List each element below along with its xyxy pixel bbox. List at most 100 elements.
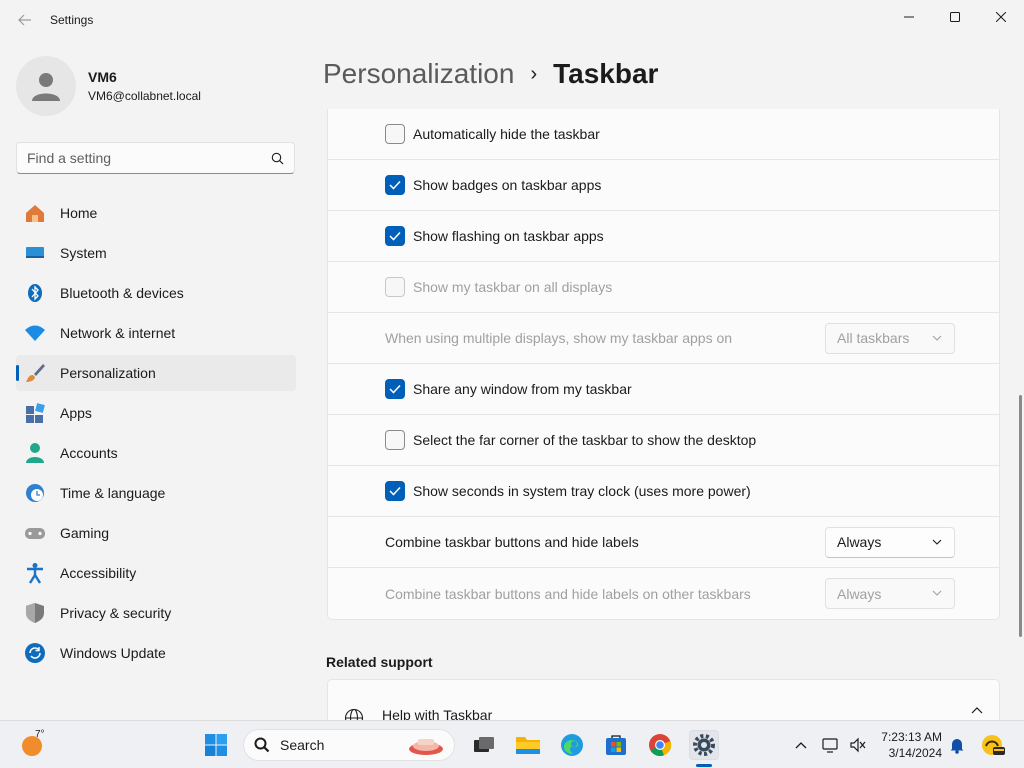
sidebar-item-accessibility[interactable]: Accessibility (16, 555, 296, 591)
folder-icon (516, 737, 540, 754)
setting-row-badges[interactable]: Show badges on taskbar apps (328, 160, 999, 211)
close-icon (996, 12, 1006, 22)
shield-icon (24, 602, 46, 624)
auto-hide-checkbox[interactable] (385, 124, 405, 144)
user-profile[interactable]: VM6 VM6@collabnet.local (16, 56, 201, 116)
search-icon (271, 152, 284, 164)
setting-row-share-window[interactable]: Share any window from my taskbar (328, 364, 999, 415)
profile-email: VM6@collabnet.local (88, 89, 201, 103)
sidebar: VM6 VM6@collabnet.local Home System Blue… (0, 40, 310, 720)
share-window-checkbox[interactable] (385, 379, 405, 399)
sidebar-item-personalization[interactable]: Personalization (16, 355, 296, 391)
volume-tray-button[interactable] (843, 730, 873, 760)
setting-label: When using multiple displays, show my ta… (385, 330, 733, 346)
checkmark-icon (389, 231, 401, 241)
sidebar-item-windows-update[interactable]: Windows Update (16, 635, 296, 671)
search-input[interactable] (27, 150, 271, 166)
close-button[interactable] (978, 0, 1024, 34)
sidebar-item-label: Privacy & security (60, 605, 172, 621)
sidebar-item-label: Apps (60, 405, 92, 421)
taskbar-behaviors-card: Automatically hide the taskbar Show badg… (327, 109, 1000, 620)
search-highlight-icon (409, 739, 443, 755)
chrome-button[interactable] (645, 730, 675, 760)
sidebar-item-label: System (60, 245, 107, 261)
edge-icon (561, 734, 583, 756)
windows-logo-icon (205, 734, 227, 756)
file-explorer-button[interactable] (513, 730, 543, 760)
breadcrumb-parent[interactable]: Personalization (323, 58, 514, 90)
sidebar-item-network[interactable]: Network & internet (16, 315, 296, 351)
maximize-icon (950, 12, 960, 22)
bell-icon (950, 739, 964, 754)
copilot-icon (982, 735, 1005, 755)
sidebar-item-apps[interactable]: Apps (16, 395, 296, 431)
seconds-checkbox[interactable] (385, 481, 405, 501)
user-icon (32, 73, 60, 101)
task-view-button[interactable] (469, 730, 499, 760)
weather-temp: 7° (35, 729, 45, 740)
network-icon (822, 738, 838, 753)
sidebar-item-label: Bluetooth & devices (60, 285, 184, 301)
store-icon (606, 735, 626, 755)
search-box (16, 142, 295, 174)
taskbar-search[interactable]: Search (243, 729, 455, 761)
nav-list: Home System Bluetooth & devices Network … (16, 195, 296, 675)
breadcrumb: Personalization › Taskbar (323, 58, 658, 90)
taskbar: 7° Search 7:23:13 AM 3/14/2024 (0, 720, 1024, 768)
show-hidden-icons-button[interactable] (786, 730, 816, 760)
sidebar-item-label: Home (60, 205, 98, 221)
sidebar-item-home[interactable]: Home (16, 195, 296, 231)
search-icon (254, 737, 270, 753)
edge-button[interactable] (557, 730, 587, 760)
sidebar-item-privacy[interactable]: Privacy & security (16, 595, 296, 631)
notifications-button[interactable] (942, 730, 972, 760)
setting-row-multi-display: When using multiple displays, show my ta… (328, 313, 999, 364)
setting-row-seconds[interactable]: Show seconds in system tray clock (uses … (328, 466, 999, 517)
dropdown-value: Always (837, 585, 882, 602)
flashing-checkbox[interactable] (385, 226, 405, 246)
sidebar-item-accounts[interactable]: Accounts (16, 435, 296, 471)
sidebar-item-label: Personalization (60, 365, 156, 381)
avatar (16, 56, 76, 116)
start-button[interactable] (201, 730, 231, 760)
copilot-button[interactable] (978, 730, 1008, 760)
accounts-icon (24, 442, 46, 464)
back-arrow-icon (18, 14, 31, 26)
minimize-button[interactable] (886, 0, 932, 34)
taskbar-search-label: Search (280, 737, 325, 753)
network-tray-button[interactable] (816, 730, 846, 760)
settings-taskbar-button[interactable] (689, 730, 719, 760)
combine-dropdown[interactable]: Always (825, 526, 955, 558)
system-clock[interactable]: 7:23:13 AM 3/14/2024 (872, 729, 942, 761)
profile-text: VM6 VM6@collabnet.local (88, 69, 201, 103)
sidebar-item-label: Network & internet (60, 325, 176, 341)
time-language-icon (24, 482, 46, 504)
sidebar-item-time-language[interactable]: Time & language (16, 475, 296, 511)
store-button[interactable] (601, 730, 631, 760)
breadcrumb-separator: › (530, 62, 538, 85)
sidebar-item-system[interactable]: System (16, 235, 296, 271)
sidebar-item-bluetooth[interactable]: Bluetooth & devices (16, 275, 296, 311)
window-controls (886, 0, 1024, 34)
far-corner-checkbox[interactable] (385, 430, 405, 450)
back-button[interactable] (10, 5, 40, 35)
setting-label: Show my taskbar on all displays (413, 279, 613, 295)
apps-icon (24, 402, 46, 424)
sidebar-item-label: Windows Update (60, 645, 166, 661)
volume-muted-icon (850, 737, 866, 753)
dropdown-value: All taskbars (837, 330, 910, 346)
chevron-up-icon[interactable] (971, 706, 983, 714)
setting-row-far-corner[interactable]: Select the far corner of the taskbar to … (328, 415, 999, 466)
setting-row-all-displays: Show my taskbar on all displays (328, 262, 999, 313)
update-icon (24, 642, 46, 664)
setting-row-flashing[interactable]: Show flashing on taskbar apps (328, 211, 999, 262)
related-support-heading: Related support (326, 654, 433, 670)
setting-label: Show flashing on taskbar apps (413, 228, 604, 244)
minimize-icon (904, 16, 914, 18)
badges-checkbox[interactable] (385, 175, 405, 195)
setting-row-auto-hide[interactable]: Automatically hide the taskbar (328, 109, 999, 160)
maximize-button[interactable] (932, 0, 978, 34)
scrollbar[interactable] (1019, 395, 1022, 637)
sidebar-item-gaming[interactable]: Gaming (16, 515, 296, 551)
chevron-down-icon (932, 335, 942, 341)
